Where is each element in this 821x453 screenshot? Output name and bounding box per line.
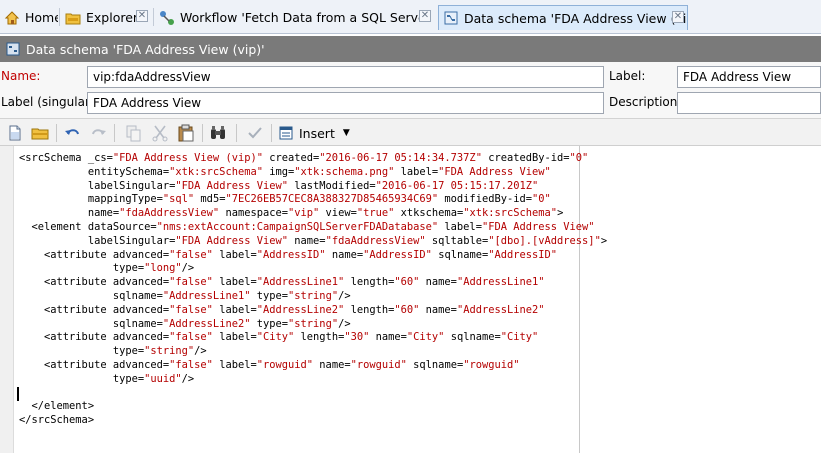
tab-separator — [59, 8, 60, 26]
folder-icon — [65, 10, 81, 26]
tab-label: Explorer — [86, 10, 139, 25]
tab-label: Home — [25, 10, 58, 25]
xml-source-code[interactable]: <srcSchema _cs="FDA Address View (vip)" … — [19, 152, 607, 428]
code-line: sqlname="AddressLine1" type="string"/> — [19, 289, 351, 302]
code-line: labelSingular="FDA Address View" name="f… — [19, 234, 608, 247]
toolbar-separator — [271, 124, 272, 142]
code-line: entitySchema="xtk:srcSchema" img="xtk:sc… — [19, 165, 551, 178]
code-line: labelSingular="FDA Address View" lastMod… — [19, 179, 539, 192]
code-line: <attribute advanced="false" label="Addre… — [19, 248, 558, 261]
insert-label: Insert — [299, 125, 335, 141]
tab-home[interactable]: Home — [0, 5, 58, 30]
code-line: <attribute advanced="false" label="Addre… — [19, 276, 545, 289]
singular-label: Label (singular): — [1, 95, 99, 109]
new-document-icon[interactable] — [5, 123, 25, 143]
schema-icon — [443, 10, 459, 26]
insert-dropdown-button[interactable]: Insert ▼ — [278, 122, 350, 144]
find-binoculars-icon[interactable] — [208, 123, 228, 143]
code-line: </element> — [19, 400, 95, 413]
toolbar-separator — [114, 124, 115, 142]
redo-icon[interactable] — [88, 123, 108, 143]
code-line: <attribute advanced="false" label="rowgu… — [19, 358, 520, 371]
check-icon[interactable] — [245, 123, 265, 143]
code-line: <attribute advanced="false" label="Addre… — [19, 303, 545, 316]
xml-editor[interactable]: <srcSchema _cs="FDA Address View (vip)" … — [0, 146, 821, 453]
code-line: type="uuid"/> — [19, 372, 195, 385]
tab-workflow[interactable]: Workflow 'Fetch Data from a SQL Server V… — [155, 5, 434, 30]
description-field[interactable] — [677, 92, 821, 114]
code-line: name="fdaAddressView" namespace="vip" vi… — [19, 207, 564, 220]
code-line: type="string"/> — [19, 345, 207, 358]
page-title: Data schema 'FDA Address View (vip)' — [26, 41, 265, 57]
code-line: type="long"/> — [19, 262, 195, 275]
insert-icon — [278, 125, 294, 141]
code-line: sqlname="AddressLine2" type="string"/> — [19, 317, 351, 330]
code-line: mappingType="sql" md5="7EC26EB57CEC8A388… — [19, 193, 551, 206]
toolbar-separator — [56, 124, 57, 142]
schema-properties-form: Name: vip:fdaAddressView Label: FDA Addr… — [0, 62, 821, 118]
tab-strip: Home Explorer ✕ Workflow 'Fetch Data fro… — [0, 0, 821, 34]
undo-icon[interactable] — [63, 123, 83, 143]
code-line: <element dataSource="nms:extAccount:Camp… — [19, 220, 595, 233]
workflow-icon — [159, 10, 175, 26]
code-line: <srcSchema _cs="FDA Address View (vip)" … — [19, 152, 589, 164]
editor-gutter — [0, 146, 14, 453]
close-icon[interactable]: ✕ — [136, 10, 148, 22]
name-label: Name: — [1, 69, 41, 83]
tab-label: Data schema 'FDA Address View (vip)' — [464, 10, 687, 26]
label-label: Label: — [609, 69, 646, 83]
toolbar-separator — [202, 124, 203, 142]
editor-toolbar: Insert ▼ — [0, 118, 821, 146]
schema-icon — [6, 42, 20, 56]
tab-explorer[interactable]: Explorer ✕ — [61, 5, 151, 30]
tab-label: Workflow 'Fetch Data from a SQL Server V… — [180, 10, 434, 25]
label-singular-field[interactable]: FDA Address View — [87, 92, 604, 114]
chevron-down-icon: ▼ — [342, 128, 350, 138]
toolbar-separator — [236, 124, 237, 142]
tab-data-schema[interactable]: Data schema 'FDA Address View (vip)' ✕ — [438, 5, 688, 30]
editor-title-bar: Data schema 'FDA Address View (vip)' — [0, 36, 821, 62]
label-field[interactable]: FDA Address View — [677, 66, 821, 88]
tab-separator — [153, 8, 154, 26]
open-folder-icon[interactable] — [30, 123, 50, 143]
description-label: Description: — [609, 95, 682, 109]
cut-icon[interactable] — [150, 123, 170, 143]
code-line: <attribute advanced="false" label="City"… — [19, 331, 539, 344]
home-icon — [4, 10, 20, 26]
close-icon[interactable]: ✕ — [672, 11, 684, 23]
text-cursor — [17, 387, 19, 401]
code-line: </srcSchema> — [19, 414, 95, 427]
close-icon[interactable]: ✕ — [419, 10, 431, 22]
copy-icon[interactable] — [123, 123, 143, 143]
name-field[interactable]: vip:fdaAddressView — [87, 66, 604, 88]
paste-icon[interactable] — [176, 123, 196, 143]
